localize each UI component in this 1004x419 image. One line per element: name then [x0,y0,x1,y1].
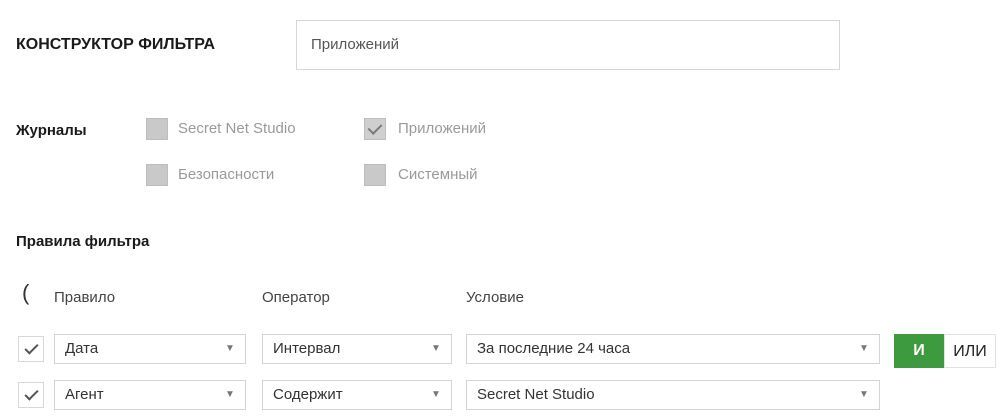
select-value: Дата [65,340,99,357]
select-value: Secret Net Studio [477,386,595,403]
logic-or-button[interactable]: ИЛИ [944,334,996,368]
logic-and-button[interactable]: И [894,334,944,368]
chevron-down-icon: ▼ [431,389,441,400]
checkbox-checked[interactable] [364,118,386,140]
chevron-down-icon: ▼ [225,389,235,400]
journals-label: Журналы [16,122,87,139]
filter-builder-title: КОНСТРУКТОР ФИЛЬТРА [16,36,216,53]
chevron-down-icon: ▼ [859,343,869,354]
column-header-rule: Правило [54,289,116,306]
select-value: За последние 24 часа [477,340,631,357]
rule-select[interactable]: Агент ▼ [54,380,246,410]
journal-option-label: Безопасности [178,166,275,183]
journal-option-label: Secret Net Studio [178,120,296,137]
chevron-down-icon: ▼ [431,343,441,354]
journal-option-label: Системный [398,166,478,183]
column-header-operator: Оператор [262,289,330,306]
condition-select[interactable]: За последние 24 часа ▼ [466,334,880,364]
chevron-down-icon: ▼ [225,343,235,354]
rule-row-checkbox[interactable] [18,382,44,408]
chevron-down-icon: ▼ [859,389,869,400]
select-value: Интервал [273,340,341,357]
select-value: Агент [65,386,104,403]
condition-select[interactable]: Secret Net Studio ▼ [466,380,880,410]
checkbox[interactable] [364,164,386,186]
filter-rules-title: Правила фильтра [16,233,150,250]
checkbox[interactable] [146,118,168,140]
rule-row-checkbox[interactable] [18,336,44,362]
rule-select[interactable]: Дата ▼ [54,334,246,364]
operator-select[interactable]: Интервал ▼ [262,334,452,364]
column-header-condition: Условие [466,289,524,306]
operator-select[interactable]: Содержит ▼ [262,380,452,410]
select-value: Содержит [273,386,343,403]
filter-name-input[interactable]: Приложений [296,20,840,70]
group-bracket: ( [22,280,30,305]
journal-option-label: Приложений [398,120,487,137]
checkbox[interactable] [146,164,168,186]
